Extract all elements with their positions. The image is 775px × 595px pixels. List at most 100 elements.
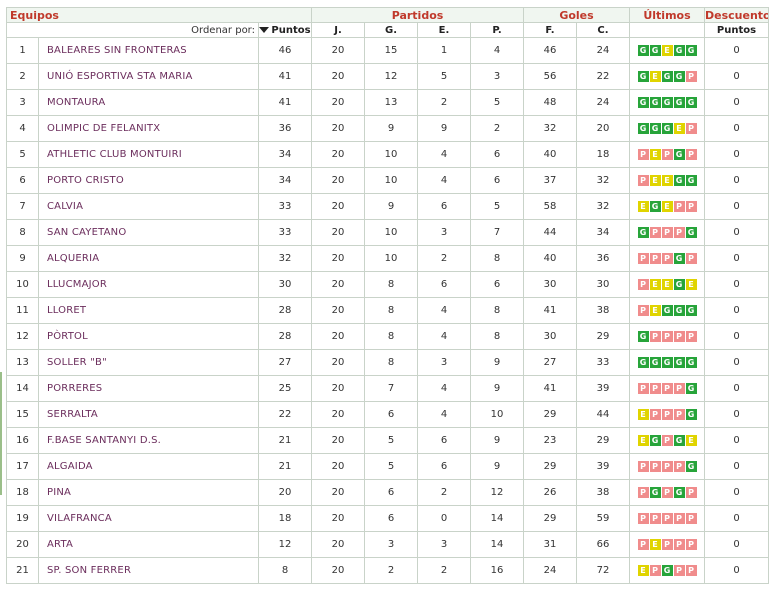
col-g: G.	[364, 22, 418, 38]
last-results-cell: PEGGG	[629, 297, 705, 324]
team-link[interactable]: MONTAURA	[38, 89, 259, 116]
win-badge: G	[649, 201, 661, 212]
points-cell: 34	[258, 167, 312, 194]
last-results: PPPGP	[631, 253, 704, 264]
team-link[interactable]: ALGAIDA	[38, 453, 259, 480]
last-results: GPPPP	[631, 331, 704, 342]
table-row: 2 UNIÓ ESPORTIVA STA MARIA 41 20 12 5 3 56 22 G E G…	[6, 63, 769, 90]
team-link[interactable]: PORTO CRISTO	[38, 167, 259, 194]
lost-cell: 5	[470, 89, 524, 116]
discount-cell: 0	[704, 531, 769, 558]
loss-badge: P	[649, 253, 661, 264]
discount-cell: 0	[704, 479, 769, 506]
discount-cell: 0	[704, 505, 769, 532]
win-badge: G	[685, 45, 697, 56]
position-cell: 21	[6, 557, 39, 584]
win-badge: G	[637, 71, 649, 82]
team-link[interactable]: PINA	[38, 479, 259, 506]
team-link[interactable]: UNIÓ ESPORTIVA STA MARIA	[38, 63, 259, 90]
team-link[interactable]: ARTA	[38, 531, 259, 558]
loss-badge: P	[673, 331, 685, 342]
team-link[interactable]: PÒRTOL	[38, 323, 259, 350]
goals-against-cell: 59	[576, 505, 630, 532]
goals-for-cell: 24	[523, 557, 577, 584]
position-cell: 9	[6, 245, 39, 272]
team-link[interactable]: BALEARES SIN FRONTERAS	[38, 37, 259, 64]
team-link[interactable]: SOLLER "B"	[38, 349, 259, 376]
win-badge: G	[637, 331, 649, 342]
table-row: 4 OLIMPIC DE FELANITX 36 20 9 9 2 32 20 G G G E P 0	[6, 115, 769, 142]
drawn-cell: 2	[417, 89, 471, 116]
won-cell: 9	[364, 193, 418, 220]
team-link[interactable]: ALQUERIA	[38, 245, 259, 272]
loss-badge: P	[637, 487, 649, 498]
team-link[interactable]: LLUCMAJOR	[38, 271, 259, 298]
last-results: GGGEP	[631, 123, 704, 134]
team-link[interactable]: ATHLETIC CLUB MONTUIRI	[38, 141, 259, 168]
last-results-cell: GEGGP	[629, 63, 705, 90]
won-cell: 6	[364, 505, 418, 532]
loss-badge: P	[637, 461, 649, 472]
won-cell: 10	[364, 245, 418, 272]
drawn-cell: 4	[417, 297, 471, 324]
loss-badge: P	[673, 227, 685, 238]
played-cell: 20	[311, 427, 365, 454]
lost-cell: 3	[470, 63, 524, 90]
loss-badge: P	[685, 565, 697, 576]
points-cell: 41	[258, 63, 312, 90]
puntos-label: Puntos	[271, 24, 311, 36]
team-link[interactable]: PORRERES	[38, 375, 259, 402]
goals-for-cell: 58	[523, 193, 577, 220]
left-edge-decoration	[0, 372, 2, 495]
team-link[interactable]: SP. SON FERRER	[38, 557, 259, 584]
win-badge: G	[685, 461, 697, 472]
last-results-cell: PPPPG	[629, 375, 705, 402]
loss-badge: P	[673, 539, 685, 550]
drawn-cell: 9	[417, 115, 471, 142]
drawn-cell: 6	[417, 193, 471, 220]
lost-cell: 9	[470, 427, 524, 454]
played-cell: 20	[311, 505, 365, 532]
win-badge: G	[637, 45, 649, 56]
points-cell: 27	[258, 349, 312, 376]
last-results-cell: EPPPG	[629, 401, 705, 428]
goals-for-cell: 56	[523, 63, 577, 90]
goals-against-cell: 32	[576, 167, 630, 194]
win-badge: G	[673, 487, 685, 498]
sort-down-icon	[259, 26, 270, 33]
team-link[interactable]: LLORET	[38, 297, 259, 324]
drawn-cell: 6	[417, 453, 471, 480]
loss-badge: P	[685, 513, 697, 524]
win-badge: G	[685, 383, 697, 394]
win-badge: G	[673, 45, 685, 56]
drawn-cell: 1	[417, 37, 471, 64]
won-cell: 2	[364, 557, 418, 584]
team-link[interactable]: F.BASE SANTANYI D.S.	[38, 427, 259, 454]
position-cell: 20	[6, 531, 39, 558]
sort-puntos-button[interactable]: Puntos	[258, 22, 312, 38]
team-link[interactable]: CALVIA	[38, 193, 259, 220]
loss-badge: P	[637, 279, 649, 290]
win-badge: G	[649, 435, 661, 446]
win-badge: G	[673, 71, 685, 82]
team-link[interactable]: VILAFRANCA	[38, 505, 259, 532]
team-link[interactable]: SAN CAYETANO	[38, 219, 259, 246]
points-cell: 28	[258, 323, 312, 350]
loss-badge: P	[673, 409, 685, 420]
table-row: 18 PINA 20 20 6 2 12 26 38 P G P G P 0	[6, 479, 769, 506]
lost-cell: 7	[470, 219, 524, 246]
col-e: E.	[417, 22, 471, 38]
won-cell: 8	[364, 323, 418, 350]
loss-badge: P	[661, 461, 673, 472]
lost-cell: 6	[470, 271, 524, 298]
last-results-cell: GPPPG	[629, 219, 705, 246]
goals-for-cell: 29	[523, 505, 577, 532]
team-link[interactable]: SERRALTA	[38, 401, 259, 428]
won-cell: 15	[364, 37, 418, 64]
points-cell: 34	[258, 141, 312, 168]
win-badge: G	[685, 305, 697, 316]
draw-badge: E	[685, 279, 697, 290]
table-row: 10 LLUCMAJOR 30 20 8 6 6 30 30 P E E G E 0	[6, 271, 769, 298]
team-link[interactable]: OLIMPIC DE FELANITX	[38, 115, 259, 142]
goals-against-cell: 44	[576, 401, 630, 428]
